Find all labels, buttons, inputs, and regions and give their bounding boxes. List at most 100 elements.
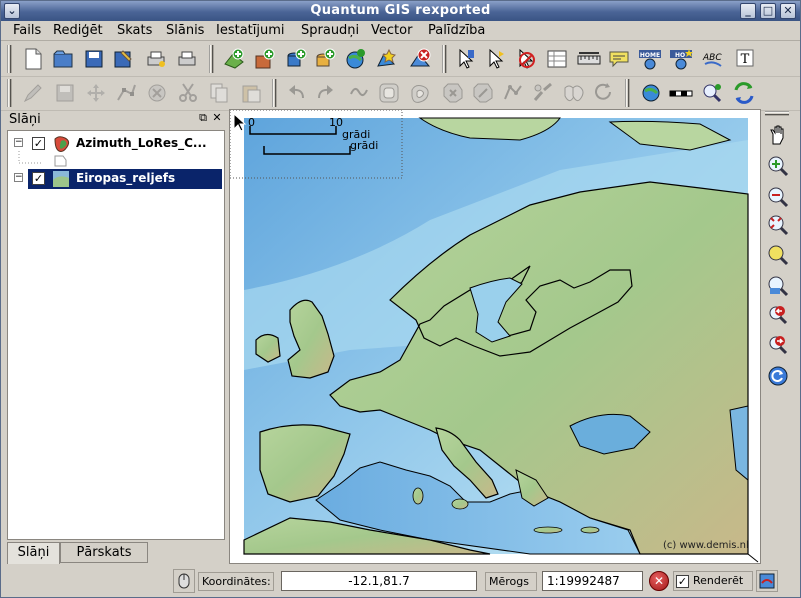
rotate-icon[interactable] xyxy=(590,79,618,107)
save-as-icon[interactable] xyxy=(109,45,137,73)
add-vector-layer-icon[interactable] xyxy=(220,45,248,73)
scale-field[interactable]: 1:19992487 xyxy=(542,571,643,591)
toolbar-grip[interactable] xyxy=(7,45,12,73)
toolbar-file: HOME HO ABC T xyxy=(1,41,800,77)
redo-icon[interactable] xyxy=(312,79,340,107)
menu-paliidziba[interactable]: Palīdzība xyxy=(428,23,485,38)
render-checkbox[interactable]: ✓ xyxy=(676,575,689,588)
window-title: Quantum GIS rexported xyxy=(310,3,491,18)
zoom-next-icon[interactable] xyxy=(764,331,792,359)
toolbar-digitizing xyxy=(1,75,800,111)
save-edits-icon[interactable] xyxy=(51,79,79,107)
delete-part-icon[interactable] xyxy=(469,79,497,107)
menu-redigeet[interactable]: Rediģēt xyxy=(53,23,103,38)
projection-button[interactable] xyxy=(756,570,778,592)
add-postgis-layer-icon[interactable] xyxy=(282,45,310,73)
delete-selected-icon[interactable] xyxy=(143,79,171,107)
menu-vector[interactable]: Vector xyxy=(371,23,412,38)
copy-features-icon[interactable] xyxy=(205,79,233,107)
add-ring-icon[interactable] xyxy=(375,79,403,107)
collapse-icon[interactable]: − xyxy=(14,173,23,182)
menu-fails[interactable]: Fails xyxy=(13,23,41,38)
deselect-icon[interactable] xyxy=(512,45,540,73)
paste-features-icon[interactable] xyxy=(237,79,265,107)
scalebar-icon[interactable] xyxy=(667,79,695,107)
close-panel-icon[interactable]: ✕ xyxy=(211,112,223,124)
attribute-table-icon[interactable] xyxy=(543,45,571,73)
refresh-icon[interactable] xyxy=(764,362,792,390)
split-icon[interactable] xyxy=(529,79,557,107)
text-annotation-icon[interactable]: T xyxy=(732,45,760,73)
identify-icon[interactable] xyxy=(452,45,480,73)
gps-icon[interactable] xyxy=(698,79,726,107)
layers-tree[interactable]: − ✓ Azimuth_LoRes_C... − ✓ Eiropas_relje… xyxy=(7,130,225,540)
menu-iestatijumi[interactable]: Iestatījumi xyxy=(216,23,285,38)
home-bookmark-icon[interactable]: HOME xyxy=(636,45,664,73)
layer-visibility-checkbox[interactable]: ✓ xyxy=(32,137,45,150)
move-feature-icon[interactable] xyxy=(82,79,110,107)
label-icon[interactable]: ABC xyxy=(699,45,727,73)
layer-visibility-checkbox[interactable]: ✓ xyxy=(32,172,45,185)
reshape-icon[interactable] xyxy=(499,79,527,107)
pan-icon[interactable] xyxy=(764,121,792,149)
layer-name: Eiropas_reljefs xyxy=(76,171,176,185)
zoom-last-icon[interactable] xyxy=(764,301,792,329)
toolbar-grip[interactable] xyxy=(442,45,447,73)
tab-overview[interactable]: Pārskats xyxy=(60,542,148,563)
measure-line-icon[interactable] xyxy=(575,45,603,73)
node-tool-icon[interactable] xyxy=(112,79,140,107)
toolbar-grip[interactable] xyxy=(272,79,277,107)
coordinate-capture-icon[interactable] xyxy=(730,79,758,107)
toggle-editing-icon[interactable] xyxy=(19,79,47,107)
close-button[interactable]: ✕ xyxy=(780,3,796,19)
toolbar-grip[interactable] xyxy=(7,79,12,107)
float-panel-icon[interactable]: ⧉ xyxy=(197,112,209,124)
menu-spraudni[interactable]: Spraudņi xyxy=(301,23,359,38)
maximize-button[interactable]: □ xyxy=(760,3,776,19)
print-composer-icon[interactable] xyxy=(142,45,170,73)
add-wfs-layer-icon[interactable] xyxy=(372,45,400,73)
new-bookmark-icon[interactable]: HO xyxy=(667,45,695,73)
undo-icon[interactable] xyxy=(282,79,310,107)
remove-layer-icon[interactable] xyxy=(406,45,434,73)
scale-bar-start-label: 0 xyxy=(248,116,255,129)
cut-features-icon[interactable] xyxy=(174,79,202,107)
toolbar-grip[interactable] xyxy=(625,79,630,107)
toolbar-grip[interactable] xyxy=(209,45,214,73)
merge-icon[interactable] xyxy=(559,79,587,107)
toggle-extents-button[interactable] xyxy=(173,569,195,593)
new-vector-layer-icon[interactable] xyxy=(311,45,339,73)
coordinates-field[interactable]: -12.1,81.7 xyxy=(281,571,477,591)
stop-rendering-icon[interactable]: ✕ xyxy=(649,571,669,591)
add-raster-layer-icon[interactable] xyxy=(251,45,279,73)
zoom-full-icon[interactable] xyxy=(764,211,792,239)
menu-skats[interactable]: Skats xyxy=(117,23,152,38)
zoom-in-icon[interactable] xyxy=(764,152,792,180)
layer-row[interactable]: − ✓ Eiropas_reljefs xyxy=(8,169,222,189)
save-project-icon[interactable] xyxy=(80,45,108,73)
delete-ring-icon[interactable] xyxy=(439,79,467,107)
add-island-icon[interactable] xyxy=(406,79,434,107)
select-icon[interactable] xyxy=(482,45,510,73)
print-icon[interactable] xyxy=(173,45,201,73)
raster-layer-icon xyxy=(53,171,69,187)
zoom-to-selection-icon[interactable] xyxy=(764,241,792,269)
open-project-icon[interactable] xyxy=(49,45,77,73)
render-toggle[interactable]: ✓ Renderēt xyxy=(673,571,753,591)
georeferencer-icon[interactable] xyxy=(637,79,665,107)
simplify-icon[interactable] xyxy=(345,79,373,107)
collapse-icon[interactable]: − xyxy=(14,138,23,147)
menu-bar: Fails Rediģēt Skats Slānis Iestatījumi S… xyxy=(1,21,800,41)
map-canvas[interactable]: 0 10 grādi grādi (c) www.demis.nl xyxy=(229,109,761,564)
tab-layers[interactable]: Slāņi xyxy=(7,542,60,564)
toolbar-grip[interactable] xyxy=(765,111,789,116)
zoom-out-icon[interactable] xyxy=(764,183,792,211)
new-project-icon[interactable] xyxy=(19,45,47,73)
add-wms-layer-icon[interactable] xyxy=(341,45,369,73)
minimize-button[interactable]: _ xyxy=(740,3,756,19)
title-bar[interactable]: ⌄ Quantum GIS rexported _ □ ✕ xyxy=(1,1,800,21)
zoom-to-layer-icon[interactable] xyxy=(764,272,792,300)
svg-text:HO: HO xyxy=(675,52,685,59)
menu-slanis[interactable]: Slānis xyxy=(166,23,204,38)
map-tips-icon[interactable] xyxy=(605,45,633,73)
